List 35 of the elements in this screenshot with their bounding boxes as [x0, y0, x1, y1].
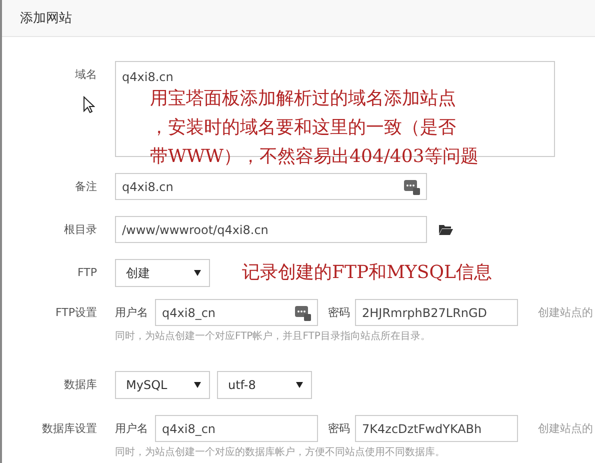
- field-label: 域名: [74, 67, 98, 83]
- field-label: 数据库: [63, 377, 98, 393]
- field-label: 数据库设置: [41, 421, 98, 437]
- field-label: FTP设置: [54, 305, 98, 321]
- hint-text: 同时，为站点创建一个对应FTP帐户，并且FTP目录指向站点所在目录。: [115, 330, 430, 343]
- select-dropdown[interactable]: 创建: [115, 259, 210, 287]
- field-label: FTP: [76, 265, 98, 281]
- hint-text: 同时，为站点创建一个对应的数据库帐户，方便不同站点使用不同数据库。: [115, 446, 445, 459]
- username-input[interactable]: q4xi8_cn: [155, 299, 318, 326]
- caret-icon[interactable]: [194, 270, 201, 276]
- user-label: 用户名: [115, 305, 149, 320]
- dialog-title: 添加网站: [20, 10, 72, 27]
- password-input[interactable]: 2HJRmrphB27LRnGD: [355, 299, 518, 326]
- text-input[interactable]: q4xi8.cn: [115, 173, 427, 200]
- hint-text: 创建站点的: [538, 305, 593, 320]
- field-label: 根目录: [63, 222, 98, 238]
- cursor-icon[interactable]: [83, 96, 95, 114]
- password-label: 密码: [328, 421, 351, 436]
- folder-icon[interactable]: [439, 224, 453, 235]
- password-label: 密码: [328, 305, 351, 320]
- password-input[interactable]: 7K4zcDztFwdYKABh: [355, 415, 518, 442]
- badge-icon[interactable]: [295, 304, 311, 320]
- caret-icon[interactable]: [296, 382, 303, 388]
- annotation-text: 用宝塔面板添加解析过的域名添加站点: [150, 87, 457, 111]
- annotation-text: ，安装时的域名要和这里的一致（是否: [150, 116, 457, 140]
- username-input[interactable]: q4xi8_cn: [155, 415, 318, 442]
- text-input[interactable]: /www/wwwroot/q4xi8.cn: [115, 216, 427, 243]
- caret-icon[interactable]: [194, 382, 201, 388]
- select-dropdown[interactable]: utf-8: [217, 371, 312, 399]
- user-label: 用户名: [115, 421, 149, 436]
- hint-text: 创建站点的: [538, 421, 593, 436]
- field-label: 备注: [74, 179, 98, 195]
- badge-icon[interactable]: [404, 178, 420, 194]
- select-dropdown[interactable]: MySQL: [115, 371, 210, 399]
- annotation-text: 记录创建的FTP和MYSQL信息: [242, 261, 492, 285]
